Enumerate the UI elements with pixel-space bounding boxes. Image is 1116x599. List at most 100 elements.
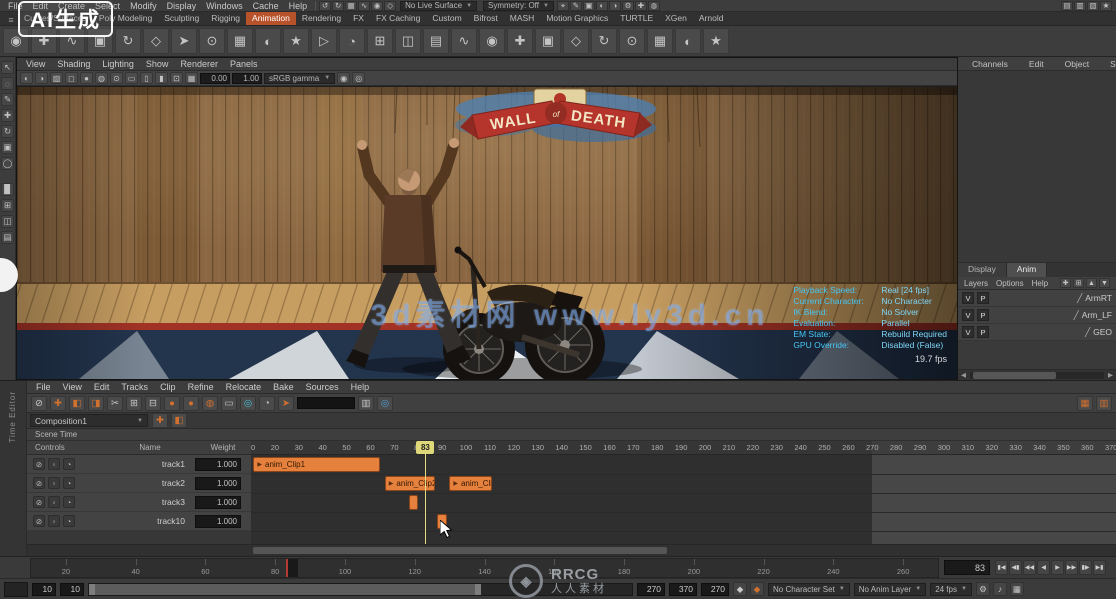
- solo-track-icon[interactable]: ▫: [48, 477, 60, 489]
- shelf-tab-fx-caching[interactable]: FX Caching: [370, 12, 426, 25]
- shelf-tab-rigging[interactable]: Rigging: [205, 12, 246, 25]
- time-editor-menu-edit[interactable]: Edit: [89, 382, 115, 392]
- gamma-icon[interactable]: ◎: [352, 72, 365, 84]
- undo-icon[interactable]: ↺: [319, 1, 331, 11]
- step-forward-key-button[interactable]: ▶▶: [1065, 560, 1078, 575]
- current-time-marker[interactable]: [286, 559, 298, 577]
- time-editor-menu-clip[interactable]: Clip: [155, 382, 181, 392]
- paint-select-tool-icon[interactable]: ✎: [1, 93, 14, 106]
- mute-track-icon[interactable]: ⊘: [33, 477, 45, 489]
- ripple-toggle-icon[interactable]: ⊟: [145, 396, 161, 411]
- shelf-icon[interactable]: ★: [703, 28, 729, 54]
- viewport-menu-item[interactable]: Lighting: [97, 59, 139, 69]
- shelf-icon[interactable]: ▤: [423, 28, 449, 54]
- gate-mask-icon[interactable]: ▮: [155, 72, 168, 84]
- shelf-icon[interactable]: ∿: [451, 28, 477, 54]
- shelf-icon[interactable]: ✚: [507, 28, 533, 54]
- play-forward-button[interactable]: ▶: [1051, 560, 1064, 575]
- move-tool-icon[interactable]: ✚: [1, 109, 14, 122]
- shelf-icon[interactable]: ▷: [311, 28, 337, 54]
- render-settings-icon[interactable]: ⚙: [622, 1, 634, 11]
- time-editor-filter-field[interactable]: [297, 397, 355, 409]
- animation-clip[interactable]: ▶anim_Clip2: [385, 476, 435, 491]
- shelf-icon[interactable]: ★: [283, 28, 309, 54]
- layer-visibility-toggle[interactable]: V: [962, 292, 974, 304]
- ghosting-icon[interactable]: ◔: [259, 396, 275, 411]
- channel-box-menu-show[interactable]: Show: [1105, 59, 1116, 69]
- layer-playback-toggle[interactable]: P: [977, 309, 989, 321]
- grid-icon[interactable]: ▦: [185, 72, 198, 84]
- time-editor-menu-file[interactable]: File: [31, 382, 56, 392]
- viewport-menu-item[interactable]: Show: [141, 59, 174, 69]
- track-weight-field[interactable]: 1.000: [195, 477, 241, 490]
- menubar-item[interactable]: Display: [162, 1, 202, 11]
- shelf-icon[interactable]: ◇: [143, 28, 169, 54]
- rotate-tool-icon[interactable]: ↻: [1, 125, 14, 138]
- exposure-icon[interactable]: ◉: [337, 72, 350, 84]
- solo-track-icon[interactable]: ▫: [48, 496, 60, 508]
- anim-layer-row[interactable]: VP╱ArmRT: [958, 290, 1116, 307]
- move-layer-down-icon[interactable]: ▼: [1099, 278, 1110, 288]
- shadows-icon[interactable]: ◑: [35, 72, 48, 84]
- channel-box-menu-channels[interactable]: Channels: [967, 59, 1013, 69]
- current-frame-field[interactable]: 83: [944, 560, 990, 575]
- range-slider-right-handle[interactable]: [475, 584, 481, 595]
- open-render-view-icon[interactable]: ▣: [583, 1, 595, 11]
- safe-action-icon[interactable]: ⊡: [170, 72, 183, 84]
- ghost-track-icon[interactable]: ◔: [63, 477, 75, 489]
- menubar-item[interactable]: Cache: [248, 1, 284, 11]
- channel-box-menu-object[interactable]: Object: [1060, 59, 1095, 69]
- viewport-scene[interactable]: WALL of DEATH: [17, 87, 957, 379]
- shelf-icon[interactable]: ▦: [227, 28, 253, 54]
- select-tool-icon[interactable]: ↖: [1, 61, 14, 74]
- layer-zero-key-icon[interactable]: ╱: [1074, 310, 1079, 321]
- filter-icon[interactable]: ▥: [358, 396, 374, 411]
- time-slider[interactable]: 20406080100120140160180200220240260: [30, 558, 939, 578]
- gamma-field[interactable]: 1.00: [232, 73, 262, 84]
- shelf-icon[interactable]: ➤: [171, 28, 197, 54]
- time-editor-menu-view[interactable]: View: [58, 382, 87, 392]
- timeline-playhead-line[interactable]: [425, 454, 426, 544]
- mute-track-icon[interactable]: ⊘: [33, 458, 45, 470]
- layer-editor-tab-anim[interactable]: Anim: [1007, 263, 1047, 277]
- layer-zero-key-icon[interactable]: ╱: [1085, 327, 1090, 338]
- track-weight-field[interactable]: 1.000: [195, 496, 241, 509]
- animation-clip[interactable]: ▶anim_Clip3: [449, 476, 492, 491]
- composition-dropdown[interactable]: Composition1 ▼: [30, 414, 148, 427]
- live-surface-dropdown[interactable]: No Live Surface ▼: [400, 1, 477, 11]
- time-editor-scroll-thumb[interactable]: [253, 547, 667, 554]
- shelf-icon[interactable]: ◉: [479, 28, 505, 54]
- ghost-track-icon[interactable]: ◔: [63, 458, 75, 470]
- range-slider-bar[interactable]: [89, 584, 481, 595]
- character-menu-box[interactable]: [4, 582, 28, 597]
- last-tool-icon[interactable]: ◯: [1, 157, 14, 170]
- shelf-tab-turtle[interactable]: TURTLE: [614, 12, 659, 25]
- go-to-end-button[interactable]: ▶▮: [1093, 560, 1106, 575]
- layer-playback-toggle[interactable]: P: [977, 292, 989, 304]
- set-key-icon[interactable]: ◆: [733, 582, 747, 596]
- character-set-dropdown[interactable]: No Character Set ▼: [768, 583, 850, 596]
- shelf-tab-animation[interactable]: Animation: [246, 12, 296, 25]
- step-forward-frame-button[interactable]: ▮▶: [1079, 560, 1092, 575]
- solo-track-icon[interactable]: ▫: [48, 515, 60, 527]
- smooth-shade-icon[interactable]: ●: [80, 72, 93, 84]
- hypershade-persp-layout-icon[interactable]: ▤: [1, 231, 14, 244]
- add-animation-clip-icon[interactable]: ●: [164, 396, 180, 411]
- scroll-right-icon[interactable]: ▶: [1105, 371, 1116, 379]
- isolate-select-icon[interactable]: ⊙: [110, 72, 123, 84]
- construction-history-icon[interactable]: ✎: [570, 1, 582, 11]
- layer-visibility-toggle[interactable]: V: [962, 309, 974, 321]
- range-end-field[interactable]: 370: [669, 583, 697, 596]
- track-row[interactable]: ⊘▫◔track21.000: [27, 474, 251, 493]
- shelf-icon[interactable]: ◐: [255, 28, 281, 54]
- add-audio-clip-icon[interactable]: ●: [183, 396, 199, 411]
- shelf-tab-sculpting[interactable]: Sculpting: [158, 12, 205, 25]
- go-to-start-button[interactable]: ▮◀: [995, 560, 1008, 575]
- tool-settings-icon[interactable]: ★: [1100, 1, 1112, 11]
- timeline-ruler[interactable]: 1020304050607080901001101201301401501601…: [251, 441, 1116, 455]
- four-pane-layout-icon[interactable]: ⊞: [1, 199, 14, 212]
- time-editor-menu-tracks[interactable]: Tracks: [116, 382, 153, 392]
- grid-snap-icon[interactable]: ▦: [1077, 396, 1093, 411]
- shelf-tab-rendering[interactable]: Rendering: [296, 12, 347, 25]
- time-editor-menu-bake[interactable]: Bake: [268, 382, 299, 392]
